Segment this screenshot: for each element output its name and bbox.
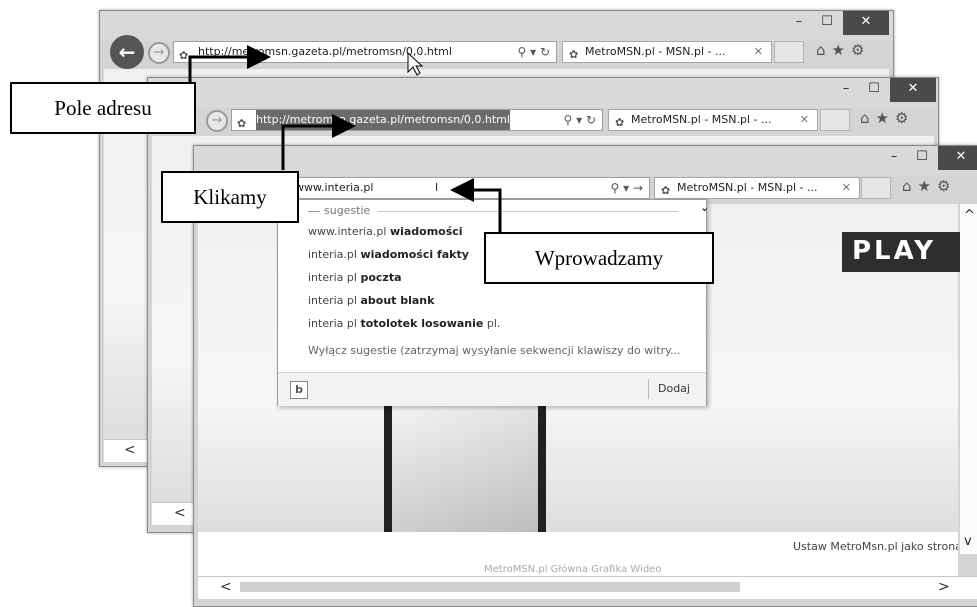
arrow-click: [281, 114, 356, 170]
callout-enter: Wprowadzamy: [484, 232, 714, 284]
arrow-address: [188, 45, 271, 82]
mouse-cursor-icon: [407, 51, 424, 76]
callout-address-bar: Pole adresu: [10, 82, 196, 134]
callout-click: Klikamy: [161, 171, 299, 223]
arrow-enter: [450, 178, 502, 232]
